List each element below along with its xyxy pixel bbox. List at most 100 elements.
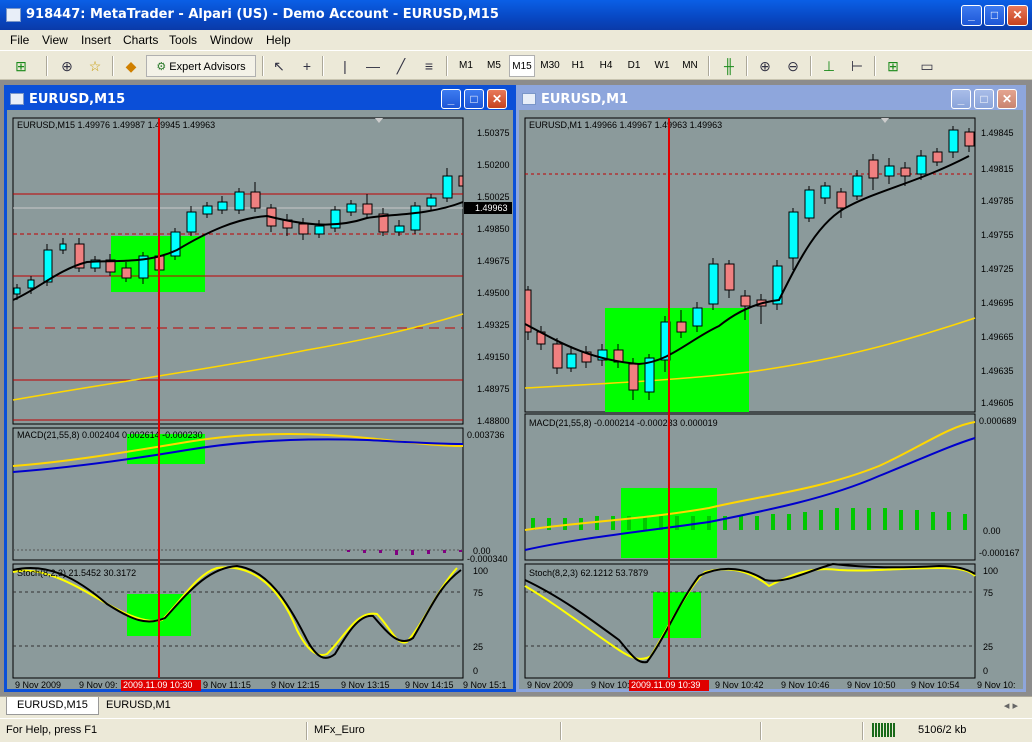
toolbar-separator <box>810 56 812 76</box>
time-label: 9 Nov 10:50 <box>847 680 896 690</box>
zoom-in-icon[interactable]: ⊕ <box>754 55 776 77</box>
chart-window-eurusd-m1[interactable]: EURUSD,M1 _ □ ✕ EURUSD,M1 1.49966 1.4996… <box>516 85 1026 692</box>
periodicity-icon[interactable]: ▭ <box>916 55 938 77</box>
chart-window-eurusd-m15[interactable]: EURUSD,M15 _ □ ✕ EURUSD,M15 1.49976 1.49… <box>4 85 516 692</box>
favorites-icon[interactable]: ☆ <box>84 55 106 77</box>
vertical-line-icon[interactable]: | <box>334 55 356 77</box>
menu-insert[interactable]: Insert <box>81 33 111 47</box>
app-icon <box>6 8 21 22</box>
chart-window-icon <box>10 93 24 105</box>
macd-label: -0.000340 <box>467 554 508 564</box>
new-chart-icon[interactable]: ⊞ <box>10 55 32 77</box>
horizontal-line-icon[interactable]: — <box>362 55 384 77</box>
chart-canvas[interactable]: EURUSD,M1 1.49966 1.49967 1.49963 1.4996… <box>519 110 1023 692</box>
chart-body[interactable]: EURUSD,M1 1.49966 1.49967 1.49963 1.4996… <box>519 110 1023 692</box>
macd-histogram <box>531 508 967 530</box>
chart-maximize-button[interactable]: □ <box>974 89 994 109</box>
time-label: 9 Nov 2009 <box>15 680 61 690</box>
minimize-button[interactable]: _ <box>961 5 982 26</box>
price-header: EURUSD,M15 1.49976 1.49987 1.49945 1.499… <box>17 120 215 130</box>
chart-window-title: EURUSD,M1 <box>541 92 629 107</box>
menu-tools[interactable]: Tools <box>169 33 197 47</box>
macd-label: 0.000689 <box>979 416 1017 426</box>
chart-close-button[interactable]: ✕ <box>487 89 507 109</box>
timeframe-m1[interactable]: M1 <box>453 55 479 77</box>
stoch-header: Stoch(8,2,3) 21.5452 30.3172 <box>17 568 136 578</box>
tab-eurusd-m1[interactable]: EURUSD,M1 <box>96 697 181 715</box>
chart-canvas[interactable]: EURUSD,M15 1.49976 1.49987 1.49945 1.499… <box>7 110 513 692</box>
chart-body[interactable]: EURUSD,M15 1.49976 1.49987 1.49945 1.499… <box>7 110 513 692</box>
timeframe-m30[interactable]: M30 <box>537 55 563 77</box>
candle <box>566 346 577 372</box>
candle <box>314 220 325 238</box>
candle <box>346 200 357 216</box>
crosshair-icon[interactable]: + <box>296 55 318 77</box>
time-label: 9 Nov 10:46 <box>781 680 830 690</box>
time-label: 9 Nov 09: <box>79 680 118 690</box>
timeframe-h1[interactable]: H1 <box>565 55 591 77</box>
cursor-icon[interactable]: ↖ <box>268 55 290 77</box>
stoch-label: 0 <box>983 666 988 676</box>
zoom-out-icon[interactable]: ⊖ <box>782 55 804 77</box>
status-help: For Help, press F1 <box>6 724 98 736</box>
stoch-label: 25 <box>473 642 483 652</box>
chart-close-button[interactable]: ✕ <box>997 89 1017 109</box>
chart-minimize-button[interactable]: _ <box>441 89 461 109</box>
timeframe-w1[interactable]: W1 <box>649 55 675 77</box>
price-label: 1.49675 <box>477 256 510 266</box>
candle <box>581 346 592 368</box>
navigator-icon[interactable]: ⊕ <box>56 55 78 77</box>
alert-icon[interactable]: ◆ <box>120 55 142 77</box>
status-divider <box>560 722 562 740</box>
menu-view[interactable]: View <box>42 33 68 47</box>
time-label: 9 Nov 14:15 <box>405 680 454 690</box>
autoscroll-icon[interactable]: ⊥ <box>818 55 840 77</box>
candle <box>458 172 464 192</box>
price-label: 1.49785 <box>981 196 1014 206</box>
chart-minimize-button[interactable]: _ <box>951 89 971 109</box>
chart-maximize-button[interactable]: □ <box>464 89 484 109</box>
menu-help[interactable]: Help <box>266 33 291 47</box>
timeframe-m15[interactable]: M15 <box>509 55 535 77</box>
fibonacci-icon[interactable]: ≡ <box>418 55 440 77</box>
candle <box>772 260 783 310</box>
trendline-icon[interactable]: ╱ <box>390 55 412 77</box>
timeframe-mn[interactable]: MN <box>677 55 703 77</box>
bar-chart-icon[interactable]: ╫ <box>718 55 740 77</box>
menu-window[interactable]: Window <box>210 33 253 47</box>
chart-shift-icon[interactable]: ⊢ <box>846 55 868 77</box>
close-button[interactable]: ✕ <box>1007 5 1028 26</box>
candle <box>964 128 975 152</box>
time-axis: 9 Nov 2009 9 Nov 10: 9 Nov 10:42 9 Nov 1… <box>527 680 1016 690</box>
timeframe-d1[interactable]: D1 <box>621 55 647 77</box>
candle <box>378 208 389 236</box>
price-label: 1.49725 <box>981 264 1014 274</box>
price-label: 1.49500 <box>477 288 510 298</box>
status-divider <box>760 722 762 740</box>
macd-histogram <box>347 550 462 555</box>
tabs-scroll-icon[interactable]: ◂ ▸ <box>1004 699 1018 712</box>
indicators-icon[interactable]: ⊞ <box>882 55 904 77</box>
price-label: 1.49815 <box>981 164 1014 174</box>
menu-file[interactable]: File <box>10 33 29 47</box>
time-label: 9 Nov 11:15 <box>203 680 251 690</box>
candle <box>217 196 228 214</box>
app-title: 918447: MetaTrader - Alpari (US) - Demo … <box>26 7 499 22</box>
maximize-button[interactable]: □ <box>984 5 1005 26</box>
candle <box>202 202 213 218</box>
menu-charts[interactable]: Charts <box>123 33 158 47</box>
app-titlebar: 918447: MetaTrader - Alpari (US) - Demo … <box>0 0 1032 30</box>
time-label: 9 Nov 2009 <box>527 680 573 690</box>
price-label: 1.49605 <box>981 398 1014 408</box>
price-label: 1.49845 <box>981 128 1014 138</box>
stoch-signal-line <box>524 566 976 660</box>
tab-eurusd-m15[interactable]: EURUSD,M15 <box>6 697 99 715</box>
expert-advisors-button[interactable]: ⚙ Expert Advisors <box>146 55 256 77</box>
timeframe-h4[interactable]: H4 <box>593 55 619 77</box>
price-label: 1.50200 <box>477 160 510 170</box>
status-profile: MFx_Euro <box>314 724 365 736</box>
time-label: 9 Nov 15:1 <box>463 680 507 690</box>
toolbar-separator <box>112 56 114 76</box>
timeframe-m5[interactable]: M5 <box>481 55 507 77</box>
toolbar-separator <box>746 56 748 76</box>
